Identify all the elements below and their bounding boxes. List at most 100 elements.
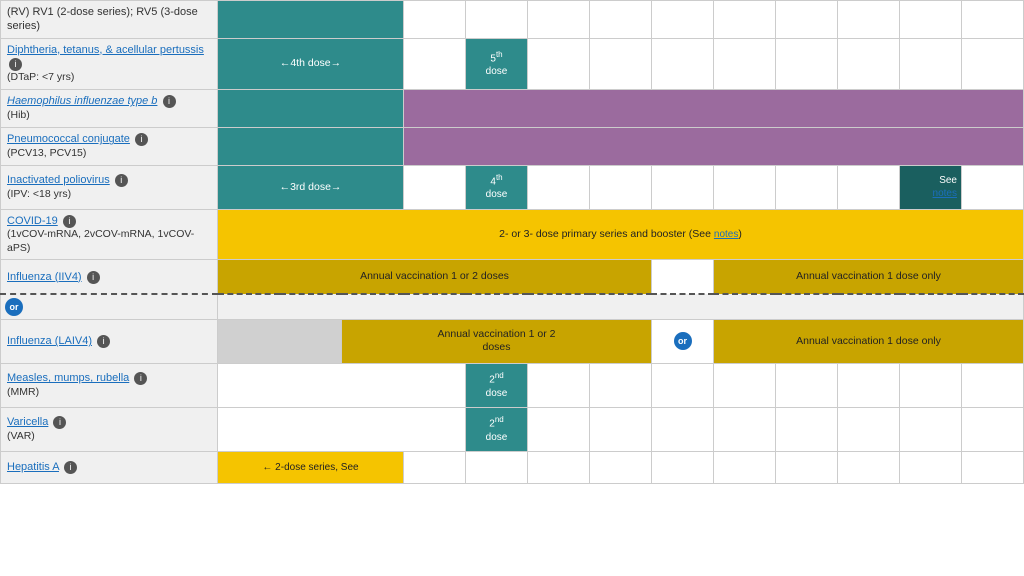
- vaccine-link-flu-laiv4[interactable]: Influenza (LAIV4): [7, 335, 92, 347]
- hepa-e7: [776, 451, 838, 483]
- vaccine-sub-pcv: (PCV13, PCV15): [7, 147, 211, 161]
- mmr-e2: [590, 363, 652, 407]
- var-2nd-dose: 2nddose: [466, 407, 528, 451]
- ipv-e6: [838, 165, 900, 209]
- rv-col6: [528, 1, 590, 39]
- pcv-teal1: [218, 127, 404, 165]
- rv-col12: [900, 1, 962, 39]
- info-icon-hepa[interactable]: i: [64, 461, 77, 474]
- covid-text: 2- or 3- dose primary series and booster…: [222, 228, 1019, 242]
- dtap-e6: [838, 38, 900, 89]
- var-e4: [714, 407, 776, 451]
- dtap-e2: [590, 38, 652, 89]
- vaccine-link-flu-iiv4[interactable]: Influenza (IIV4): [7, 271, 82, 283]
- rv-col13: [962, 1, 1024, 39]
- ipv-notes-link[interactable]: notes: [933, 188, 957, 199]
- flu-iiv4-annual2: Annual vaccination 1 dose only: [714, 260, 1024, 294]
- dtap-e8: [962, 38, 1024, 89]
- hepa-e6: [714, 451, 776, 483]
- var-empty1: [218, 407, 466, 451]
- vaccine-link-pcv[interactable]: Pneumococcal conjugate: [7, 133, 130, 145]
- rv-col9: [714, 1, 776, 39]
- covid-notes-link[interactable]: notes: [714, 229, 738, 240]
- hepa-e2: [466, 451, 528, 483]
- table-row-mmr: Measles, mumps, rubella i (MMR) 2nddose: [1, 363, 1024, 407]
- vaccine-link-mmr[interactable]: Measles, mumps, rubella: [7, 372, 129, 384]
- hepa-e9: [900, 451, 962, 483]
- vaccine-link-dtap[interactable]: Diphtheria, tetanus, & acellular pertuss…: [7, 44, 204, 56]
- ipv-4th-dose: 4thdose: [466, 165, 528, 209]
- or-badge: or: [5, 298, 23, 316]
- mmr-e7: [900, 363, 962, 407]
- mmr-e4: [714, 363, 776, 407]
- vaccine-cell-rv: (RV) RV1 (2-dose series); RV5 (3-dose se…: [1, 1, 218, 39]
- table-row-hib: Haemophilus influenzae type b i (Hib): [1, 89, 1024, 127]
- or-badge-cell: or: [1, 294, 218, 320]
- vaccine-cell-varicella: Varicella i (VAR): [1, 407, 218, 451]
- info-icon-flu-laiv4[interactable]: i: [97, 335, 110, 348]
- table-row-flu-iiv4: Influenza (IIV4) i Annual vaccination 1 …: [1, 260, 1024, 294]
- dtap-dose-arrow: ←4th dose→: [218, 38, 404, 89]
- mmr-e1: [528, 363, 590, 407]
- info-icon-dtap[interactable]: i: [9, 58, 22, 71]
- ipv-see-notes: Seenotes: [900, 165, 962, 209]
- vaccine-cell-pcv: Pneumococcal conjugate i (PCV13, PCV15): [1, 127, 218, 165]
- vaccine-link-covid[interactable]: COVID-19: [7, 215, 58, 227]
- laiv4-or-badge-cell: or: [652, 319, 714, 363]
- table-row-ipv: Inactivated poliovirus i (IPV: <18 yrs) …: [1, 165, 1024, 209]
- dtap-empty1: [404, 38, 466, 89]
- vaccine-link-varicella[interactable]: Varicella: [7, 416, 48, 428]
- vaccine-link-ipv[interactable]: Inactivated poliovirus: [7, 174, 110, 186]
- rv-col7: [590, 1, 652, 39]
- hepa-arrow-label: ← 2-dose series, See: [222, 461, 399, 474]
- table-row-or: or: [1, 294, 1024, 320]
- table-row-hepa: Hepatitis A i ← 2-dose series, See: [1, 451, 1024, 483]
- vaccination-table: (RV) RV1 (2-dose series); RV5 (3-dose se…: [0, 0, 1024, 484]
- info-icon-covid[interactable]: i: [63, 215, 76, 228]
- table-row-varicella: Varicella i (VAR) 2nddose: [1, 407, 1024, 451]
- ipv-e3: [652, 165, 714, 209]
- dtap-e4: [714, 38, 776, 89]
- vaccine-sub-ipv: (IPV: <18 yrs): [7, 188, 211, 202]
- vaccine-cell-mmr: Measles, mumps, rubella i (MMR): [1, 363, 218, 407]
- info-icon-flu-iiv4[interactable]: i: [87, 271, 100, 284]
- vaccine-label-rv: (RV) RV1 (2-dose series); RV5 (3-dose se…: [7, 6, 198, 32]
- mmr-e3: [652, 363, 714, 407]
- hepa-e1: [404, 451, 466, 483]
- ipv-e8: [962, 165, 1024, 209]
- dtap-5th-label: 5thdose: [470, 50, 523, 78]
- table-row-pcv: Pneumococcal conjugate i (PCV13, PCV15): [1, 127, 1024, 165]
- dtap-e5: [776, 38, 838, 89]
- info-icon-hib[interactable]: i: [163, 95, 176, 108]
- flu-iiv4-annual1: Annual vaccination 1 or 2 doses: [218, 260, 652, 294]
- var-e8: [962, 407, 1024, 451]
- vaccine-cell-flu-laiv4: Influenza (LAIV4) i: [1, 319, 218, 363]
- ipv-4th-label: 4thdose: [470, 173, 523, 201]
- mmr-empty1: [218, 363, 466, 407]
- ipv-e2: [590, 165, 652, 209]
- info-icon-varicella[interactable]: i: [53, 416, 66, 429]
- covid-span: 2- or 3- dose primary series and booster…: [218, 209, 1024, 260]
- mmr-e5: [776, 363, 838, 407]
- vaccine-sub-covid: (1vCOV-mRNA, 2vCOV-mRNA, 1vCOV-aPS): [7, 228, 211, 255]
- ipv-e4: [714, 165, 776, 209]
- table-row-covid: COVID-19 i (1vCOV-mRNA, 2vCOV-mRNA, 1vCO…: [1, 209, 1024, 260]
- vaccine-link-hepa[interactable]: Hepatitis A: [7, 461, 59, 473]
- rv-col5: [466, 1, 528, 39]
- hib-purple: [404, 89, 1024, 127]
- laiv4-label1: Annual vaccination 1 or 2doses: [346, 328, 647, 355]
- vaccine-link-hib[interactable]: Haemophilus influenzae type b: [7, 95, 157, 107]
- mmr-2nd-label: 2nddose: [470, 371, 523, 399]
- var-e1: [528, 407, 590, 451]
- info-icon-mmr[interactable]: i: [134, 372, 147, 385]
- info-icon-ipv[interactable]: i: [115, 174, 128, 187]
- ipv-empty1: [404, 165, 466, 209]
- vaccine-sub-mmr: (MMR): [7, 386, 211, 400]
- info-icon-pcv[interactable]: i: [135, 133, 148, 146]
- hepa-e10: [962, 451, 1024, 483]
- mmr-e6: [838, 363, 900, 407]
- table-row: (RV) RV1 (2-dose series); RV5 (3-dose se…: [1, 1, 1024, 39]
- ipv-e1: [528, 165, 590, 209]
- table-row-flu-laiv4: Influenza (LAIV4) i Annual vaccination 1…: [1, 319, 1024, 363]
- hib-teal1: [218, 89, 404, 127]
